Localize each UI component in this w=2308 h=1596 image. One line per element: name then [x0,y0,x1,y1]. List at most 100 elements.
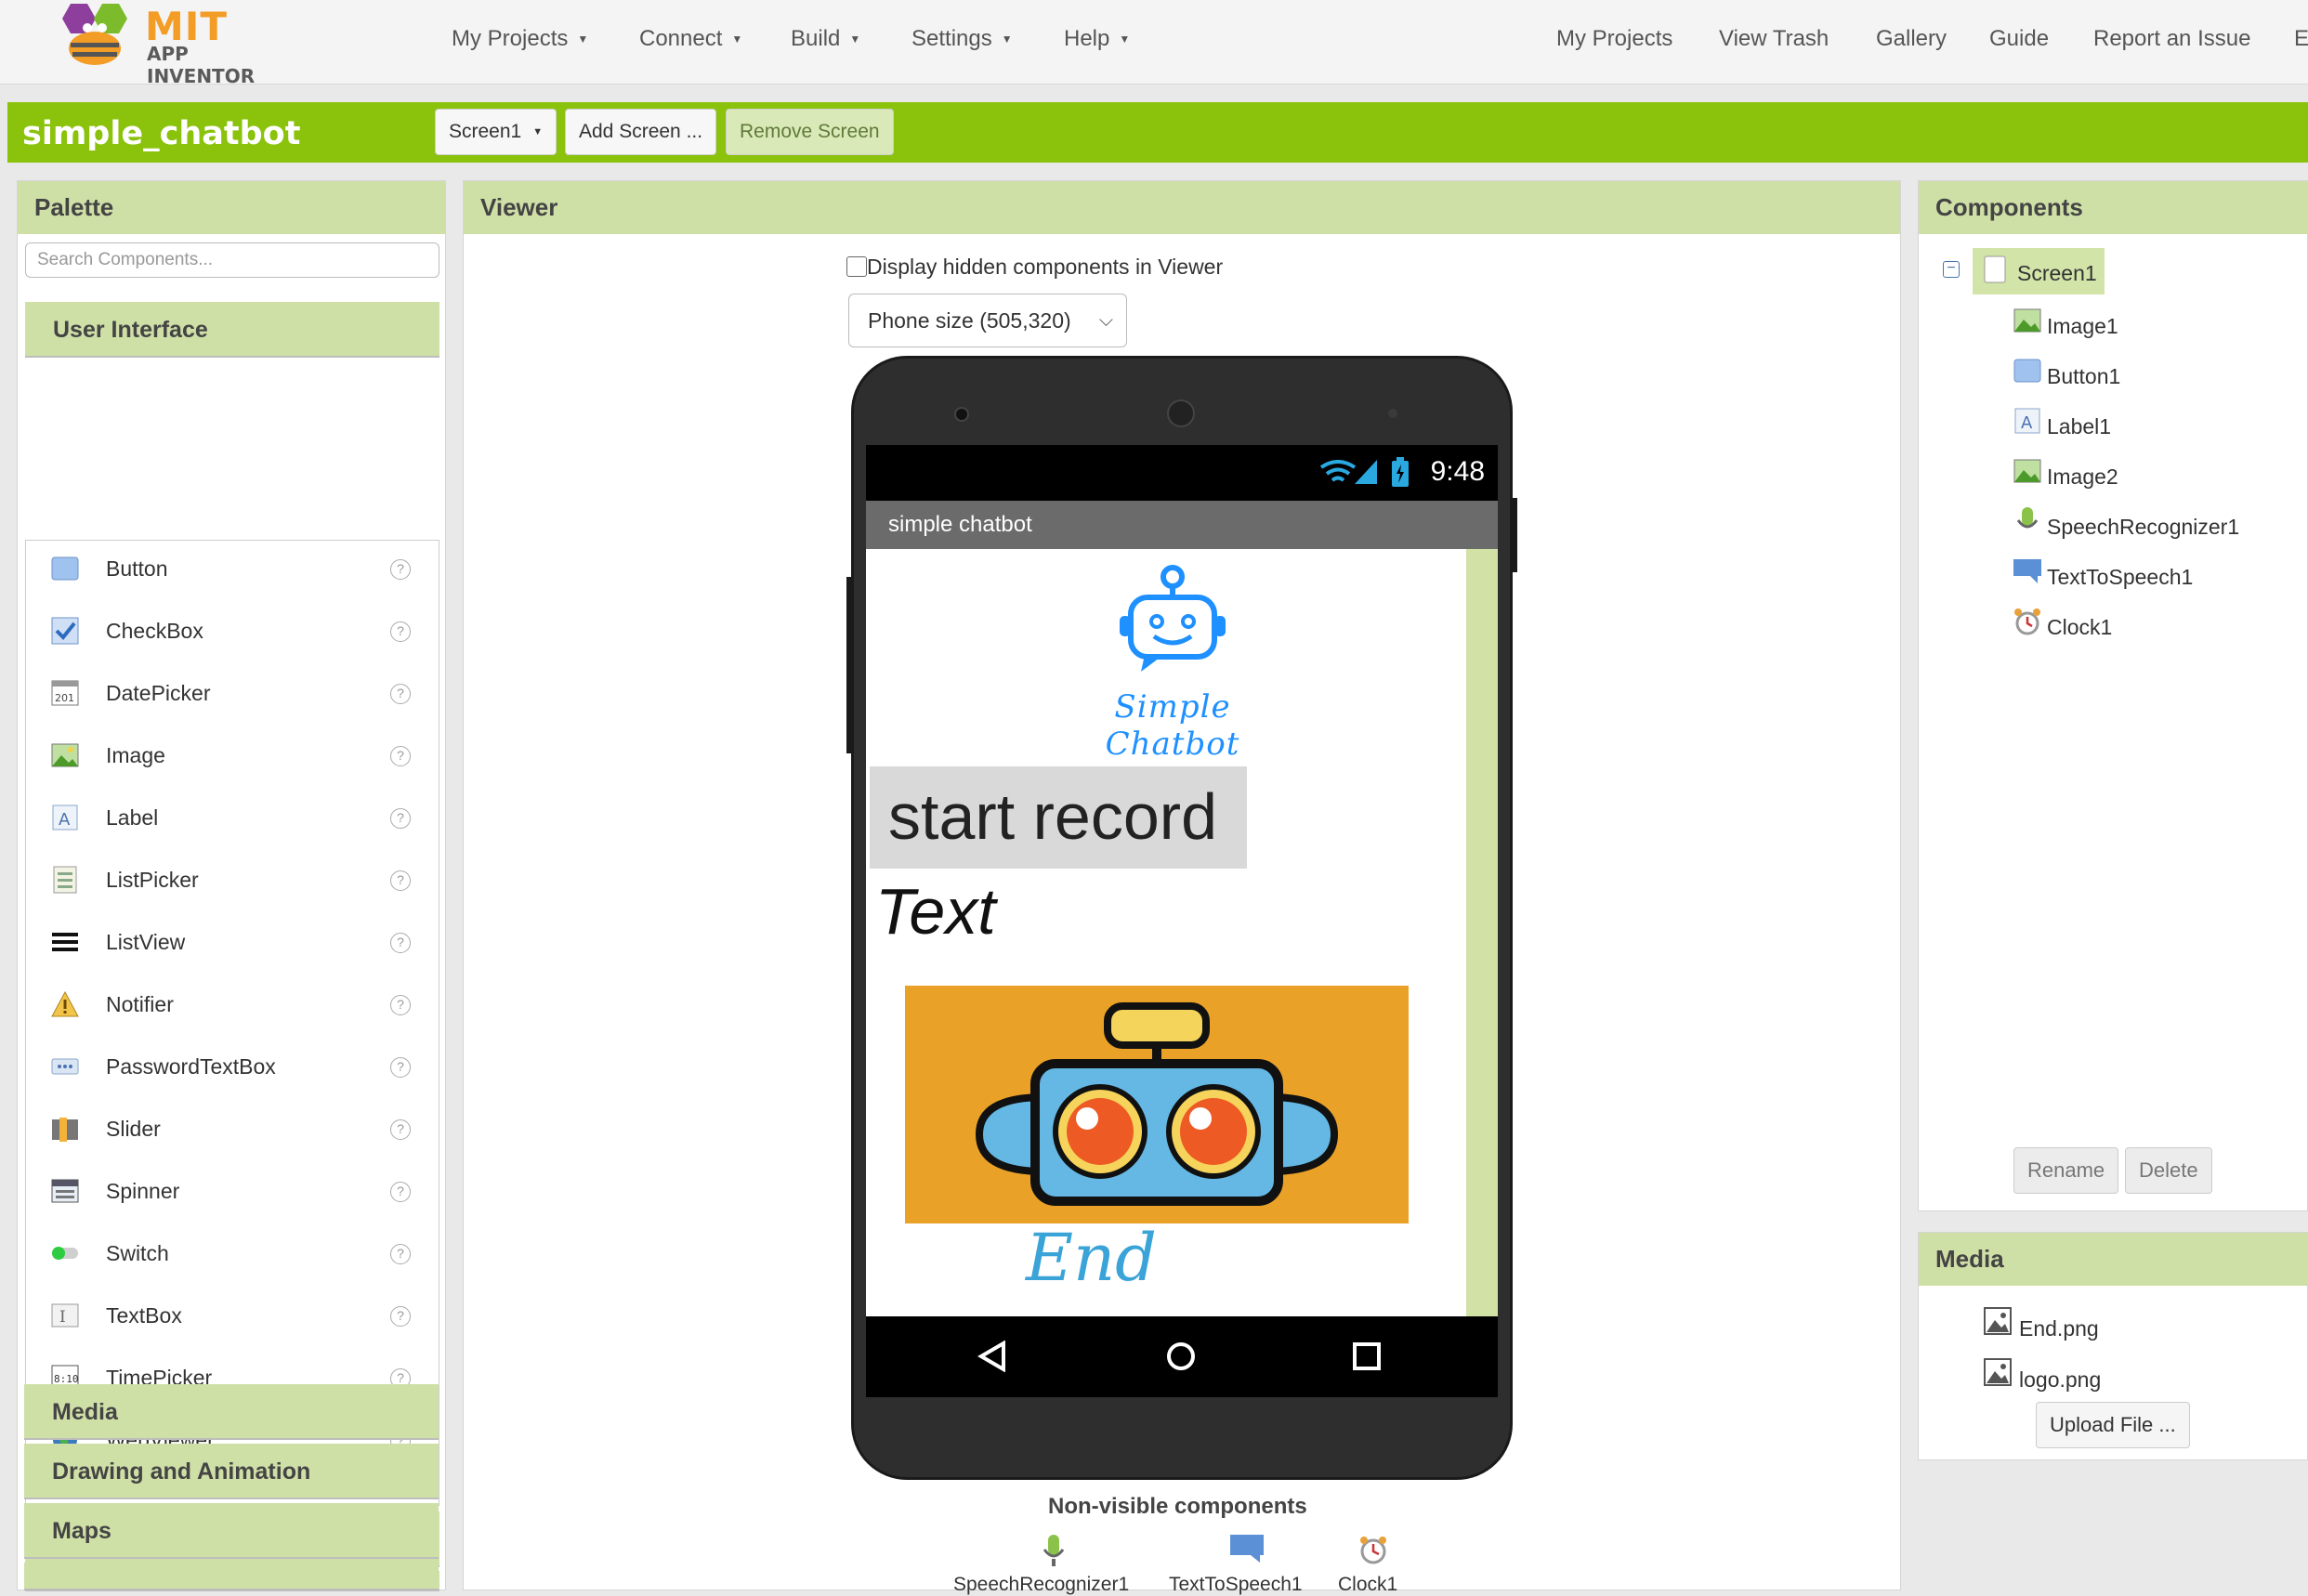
upload-file-button[interactable]: Upload File ... [2036,1402,2190,1448]
nonvisible-texttospeech[interactable]: TextToSpeech1 [1169,1574,1303,1596]
hidden-components-toggle[interactable]: Display hidden components in Viewer [846,255,1223,280]
speech-bubble-icon [2013,559,2041,583]
palette-item-datepicker[interactable]: 201 DatePicker ? [26,665,440,721]
help-icon[interactable]: ? [390,1119,411,1140]
palette-item-label: Notifier [106,992,174,1016]
palette-item-spinner[interactable]: Spinner ? [26,1163,440,1219]
palette-item-label[interactable]: A Label ? [26,790,440,845]
recent-apps-icon[interactable] [1351,1341,1383,1372]
tree-item-image1[interactable]: Image1 [2047,314,2118,339]
nav-my-projects-menu[interactable]: My Projects ▼ [452,26,588,52]
help-icon[interactable]: ? [390,1057,411,1078]
end-caption: End [1026,1220,1157,1296]
palette-search-input[interactable]: Search Components... [25,242,439,278]
nav-report-issue-link[interactable]: Report an Issue [2093,26,2250,52]
right-panel-filler [1918,1460,2308,1590]
password-icon [51,1058,79,1075]
home-icon[interactable] [1165,1341,1197,1372]
nav-connect-menu[interactable]: Connect ▼ [639,26,742,52]
palette-item-listview[interactable]: ListView ? [26,914,440,970]
help-icon[interactable]: ? [390,746,411,766]
clock-icon [2014,608,2040,635]
tree-root-screen1[interactable]: Screen1 [1973,248,2105,294]
category-media[interactable]: Media [24,1384,439,1440]
palette-item-slider[interactable]: Slider ? [26,1101,440,1157]
button1-start-record[interactable]: start record [870,766,1247,869]
tree-item-label1[interactable]: Label1 [2047,414,2111,439]
tree-item-speechrecognizer1[interactable]: SpeechRecognizer1 [2047,515,2239,540]
palette-item-listpicker[interactable]: ListPicker ? [26,852,440,908]
nav-settings-menu[interactable]: Settings ▼ [911,26,1013,52]
media-file-end[interactable]: End.png [2019,1316,2099,1341]
palette-item-label: Label [106,805,159,830]
tree-item-button1[interactable]: Button1 [2047,364,2120,389]
bee-logo-icon [62,4,127,65]
palette-item-switch[interactable]: Switch ? [26,1225,440,1281]
clock-icon[interactable] [1358,1535,1388,1564]
nonvisible-clock[interactable]: Clock1 [1338,1574,1397,1596]
delete-button[interactable]: Delete [2125,1147,2212,1194]
help-icon[interactable]: ? [390,870,411,891]
tree-item-texttospeech1[interactable]: TextToSpeech1 [2047,565,2193,590]
palette-item-label: PasswordTextBox [106,1054,276,1079]
remove-screen-button[interactable]: Remove Screen [726,109,894,155]
nonvisible-speechrecognizer[interactable]: SpeechRecognizer1 [953,1574,1129,1596]
help-icon[interactable]: ? [390,808,411,829]
nav-view-trash-link[interactable]: View Trash [1719,26,1829,52]
button-icon [51,556,79,581]
hidden-components-checkbox[interactable] [846,256,867,277]
back-icon[interactable] [977,1341,1009,1372]
help-icon[interactable]: ? [390,559,411,580]
help-icon[interactable]: ? [390,995,411,1015]
category-drawing-animation[interactable]: Drawing and Animation [24,1444,439,1499]
components-header: Components [1919,181,2307,234]
image1-logo[interactable]: Simple Chatbot [1061,558,1284,763]
caret-down-icon: ▼ [731,33,743,46]
palette-item-checkbox[interactable]: CheckBox ? [26,603,440,659]
nav-guide-link[interactable]: Guide [1989,26,2049,52]
category-truncated[interactable] [24,1563,439,1590]
help-icon[interactable]: ? [390,933,411,953]
add-screen-button[interactable]: Add Screen ... [565,109,717,155]
tree-item-clock1[interactable]: Clock1 [2047,615,2112,640]
media-file-logo[interactable]: logo.png [2019,1367,2101,1393]
status-time: 9:48 [1430,456,1485,487]
palette-panel: Palette Search Components... User Interf… [17,180,446,1591]
phone-size-select[interactable]: Phone size (505,320) ⌵ [848,294,1127,347]
status-bar: 9:48 [866,445,1498,501]
screen-icon [1984,255,2006,283]
palette-item-label: TextBox [106,1303,182,1328]
microphone-icon[interactable] [1041,1535,1067,1566]
category-maps[interactable]: Maps [24,1503,439,1559]
help-icon[interactable]: ? [390,1182,411,1202]
palette-item-label: DatePicker [106,681,211,705]
image2-end[interactable]: End [905,986,1409,1296]
category-user-interface[interactable]: User Interface [25,302,439,358]
nav-my-projects-link[interactable]: My Projects [1556,26,1672,52]
palette-item-passwordtextbox[interactable]: PasswordTextBox ? [26,1039,440,1094]
help-icon[interactable]: ? [390,621,411,642]
palette-item-image[interactable]: Image ? [26,727,440,783]
rename-button[interactable]: Rename [2013,1147,2119,1194]
phone-side-button [1510,498,1517,572]
screen-select-dropdown[interactable]: Screen1 ▼ [435,109,557,155]
app-scrollbar[interactable] [1466,549,1498,1316]
logo-subtitle: APP INVENTOR [147,43,256,87]
help-icon[interactable]: ? [390,684,411,704]
speech-bubble-icon[interactable] [1230,1535,1264,1563]
palette-item-label: ListPicker [106,868,199,892]
nav-gallery-link[interactable]: Gallery [1876,26,1947,52]
nav-truncated-link[interactable]: E [2294,26,2308,52]
palette-item-button[interactable]: Button ? [26,541,440,596]
collapse-tree-icon[interactable]: − [1943,261,1960,278]
help-icon[interactable]: ? [390,1244,411,1264]
tree-item-image2[interactable]: Image2 [2047,464,2118,490]
app-inventor-logo[interactable]: MIT APP INVENTOR [58,0,299,87]
app-title: simple chatbot [888,512,1032,537]
top-navbar: MIT APP INVENTOR My Projects ▼ Connect ▼ B… [0,0,2308,87]
help-icon[interactable]: ? [390,1306,411,1327]
palette-item-notifier[interactable]: Notifier ? [26,976,440,1032]
palette-item-textbox[interactable]: I TextBox ? [26,1288,440,1343]
nav-build-menu[interactable]: Build ▼ [791,26,860,52]
nav-help-menu[interactable]: Help ▼ [1064,26,1130,52]
